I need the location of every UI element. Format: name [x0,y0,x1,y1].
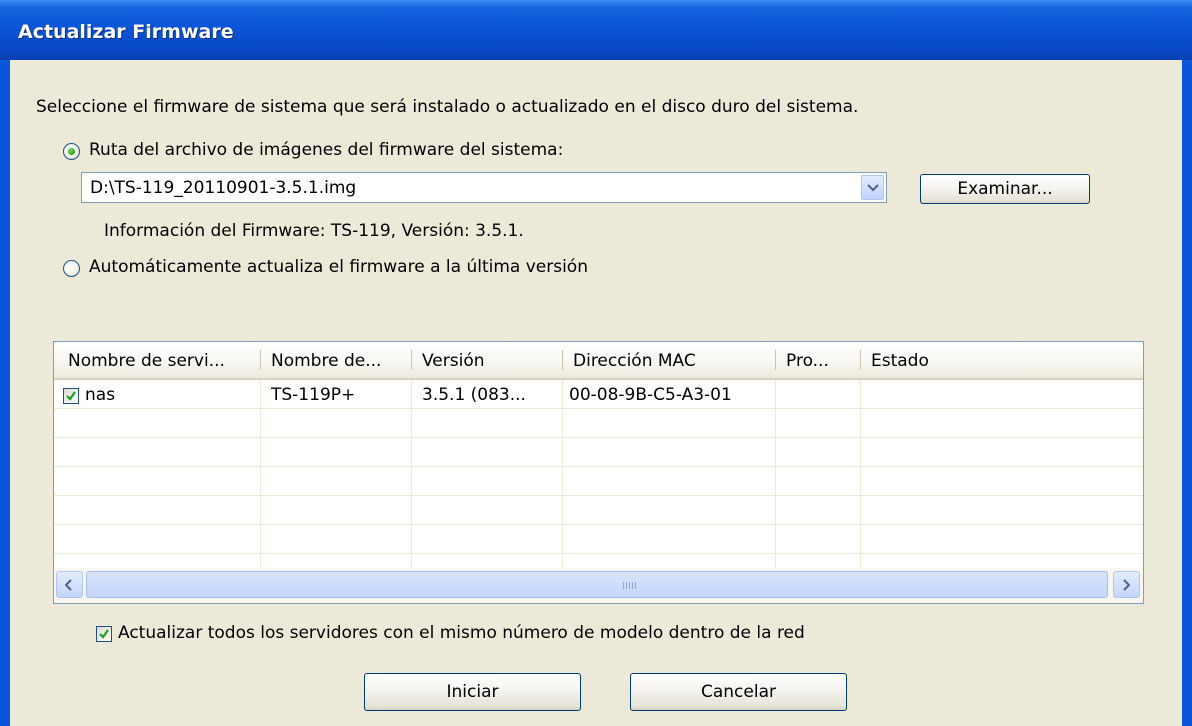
window-left-border [0,60,10,726]
cell-model: TS-119P+ [271,385,356,405]
cancel-button-label: Cancelar [701,682,776,702]
firmware-path-value: D:\TS-119_20110901-3.5.1.img [90,178,357,198]
auto-option-radio[interactable] [63,260,80,277]
column-gridline [562,380,563,570]
column-header-status[interactable]: Estado [861,342,1143,378]
auto-option-label[interactable]: Automáticamente actualiza el firmware a … [89,257,588,277]
firmware-info-text: Información del Firmware: TS-119, Versió… [104,221,524,241]
window-title: Actualizar Firmware [18,21,234,43]
row-gridline [54,437,1143,438]
path-option-radio[interactable] [63,143,80,160]
checkmark-icon [99,629,109,639]
column-header-version[interactable]: Versión [412,342,562,378]
cell-version: 3.5.1 (083... [422,385,526,405]
title-bar[interactable]: Actualizar Firmware [0,0,1192,60]
row-gridline [54,553,1143,554]
cell-server-name: nas [85,385,116,405]
start-button[interactable]: Iniciar [364,673,581,711]
grip-icon [623,582,637,589]
cancel-button[interactable]: Cancelar [630,673,847,711]
chevron-down-icon [867,184,879,192]
firmware-update-dialog: Actualizar Firmware Seleccione el firmwa… [0,0,1192,726]
column-header-mac[interactable]: Dirección MAC [563,342,775,378]
column-gridline [411,380,412,570]
browse-button[interactable]: Examinar... [920,174,1090,204]
cell-mac: 00-08-9B-C5-A3-01 [569,385,732,405]
window-right-border [1182,60,1192,726]
checkmark-icon [66,391,76,401]
chevron-right-icon [1123,579,1130,591]
row-gridline [54,408,1143,409]
start-button-label: Iniciar [446,682,499,702]
path-option-label[interactable]: Ruta del archivo de imágenes del firmwar… [89,140,563,160]
scroll-right-button[interactable] [1113,571,1140,598]
radio-selected-dot [68,148,75,155]
combo-dropdown-button[interactable] [861,175,884,200]
update-all-checkbox[interactable] [96,626,112,642]
scroll-left-button[interactable] [56,571,83,598]
server-list-header: Nombre de servi... Nombre de... Versión … [54,342,1143,380]
intro-text: Seleccione el firmware de sistema que se… [36,97,859,117]
row-gridline [54,495,1143,496]
column-header-model[interactable]: Nombre de... [261,342,411,378]
column-gridline [775,380,776,570]
column-gridline [260,380,261,570]
row-gridline [54,524,1143,525]
column-gridline [860,380,861,570]
horizontal-scrollbar[interactable] [54,568,1143,603]
column-header-pro[interactable]: Pro... [776,342,860,378]
server-list[interactable]: Nombre de servi... Nombre de... Versión … [53,341,1144,604]
browse-button-label: Examinar... [957,179,1053,199]
scrollbar-thumb[interactable] [86,571,1108,598]
row-checkbox[interactable] [63,388,79,404]
firmware-path-combobox[interactable]: D:\TS-119_20110901-3.5.1.img [81,172,887,203]
update-all-label[interactable]: Actualizar todos los servidores con el m… [118,623,805,643]
column-header-server-name[interactable]: Nombre de servi... [54,342,260,378]
row-gridline [54,466,1143,467]
chevron-left-icon [65,579,72,591]
